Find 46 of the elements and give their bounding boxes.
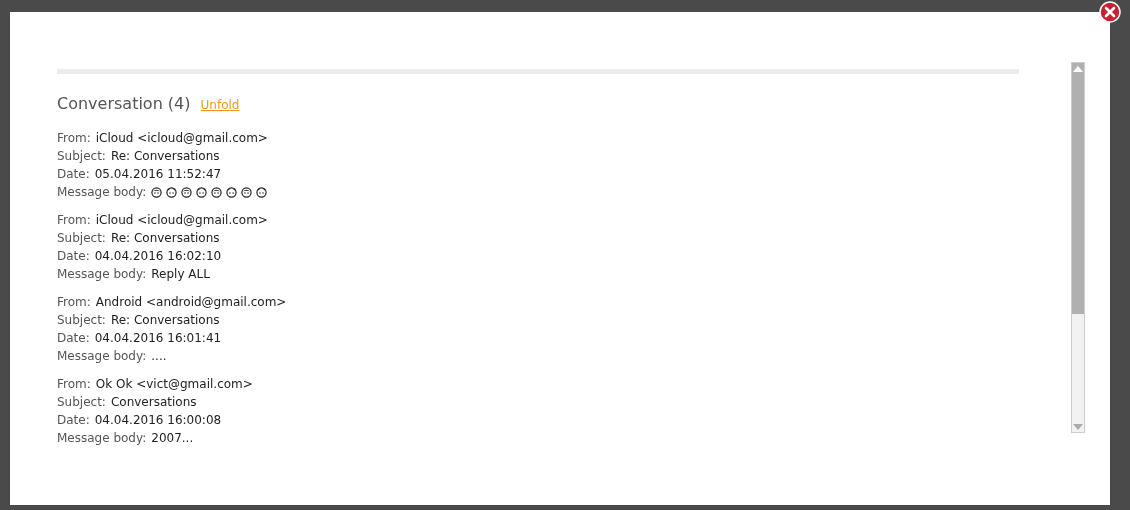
close-button[interactable] xyxy=(1099,1,1121,23)
emoji-icon xyxy=(196,186,208,198)
field-label: Subject: xyxy=(57,148,106,165)
sender-text: iCloud <icloud@gmail.com> xyxy=(95,130,268,147)
emoji-icon xyxy=(241,186,253,198)
field-label: Message body: xyxy=(57,430,147,447)
subject-text: Re: Conversations xyxy=(110,148,220,165)
date-text: 05.04.2016 11:52:47 xyxy=(94,166,222,183)
field-label: From: xyxy=(57,130,91,147)
emoji-icon xyxy=(211,186,223,198)
subject-text: Conversations xyxy=(110,394,197,411)
field-label: Date: xyxy=(57,412,90,429)
scroll-down-icon[interactable] xyxy=(1072,421,1084,432)
subject-text: Re: Conversations xyxy=(110,230,220,247)
field-label: From: xyxy=(57,376,91,393)
field-label: Subject: xyxy=(57,230,106,247)
field-label: From: xyxy=(57,294,91,311)
emoji-icon xyxy=(256,186,268,198)
body-text: .... xyxy=(151,348,167,365)
field-label: Date: xyxy=(57,248,90,265)
body-text: 2007... xyxy=(151,430,194,447)
date-text: 04.04.2016 16:00:08 xyxy=(94,412,222,429)
field-label: Message body: xyxy=(57,348,147,365)
emoji-icon xyxy=(151,186,163,198)
field-label: Date: xyxy=(57,166,90,183)
date-text: 04.04.2016 16:02:10 xyxy=(94,248,222,265)
field-label: Message body: xyxy=(57,266,147,283)
field-label: Subject: xyxy=(57,312,106,329)
scroll-up-icon[interactable] xyxy=(1072,63,1084,74)
field-label: Message body: xyxy=(57,184,147,201)
field-label: From: xyxy=(57,212,91,229)
scroll-thumb[interactable] xyxy=(1072,74,1084,314)
emoji-icon xyxy=(226,186,238,198)
sender-text: Ok Ok <vict@gmail.com> xyxy=(95,376,253,393)
unfold-link[interactable]: Unfold xyxy=(200,98,240,112)
field-label: Date: xyxy=(57,330,90,347)
sender-text: iCloud <icloud@gmail.com> xyxy=(95,212,268,229)
conversation-title: Conversation (4) xyxy=(57,94,191,113)
emoji-icon xyxy=(181,186,193,198)
body-text: Reply ALL xyxy=(151,266,210,283)
emoji-icon xyxy=(166,186,178,198)
scrollbar[interactable] xyxy=(1071,62,1085,433)
field-label: Subject: xyxy=(57,394,106,411)
subject-text: Re: Conversations xyxy=(110,312,220,329)
date-text: 04.04.2016 16:01:41 xyxy=(94,330,222,347)
sender-text: Android <android@gmail.com> xyxy=(95,294,287,311)
